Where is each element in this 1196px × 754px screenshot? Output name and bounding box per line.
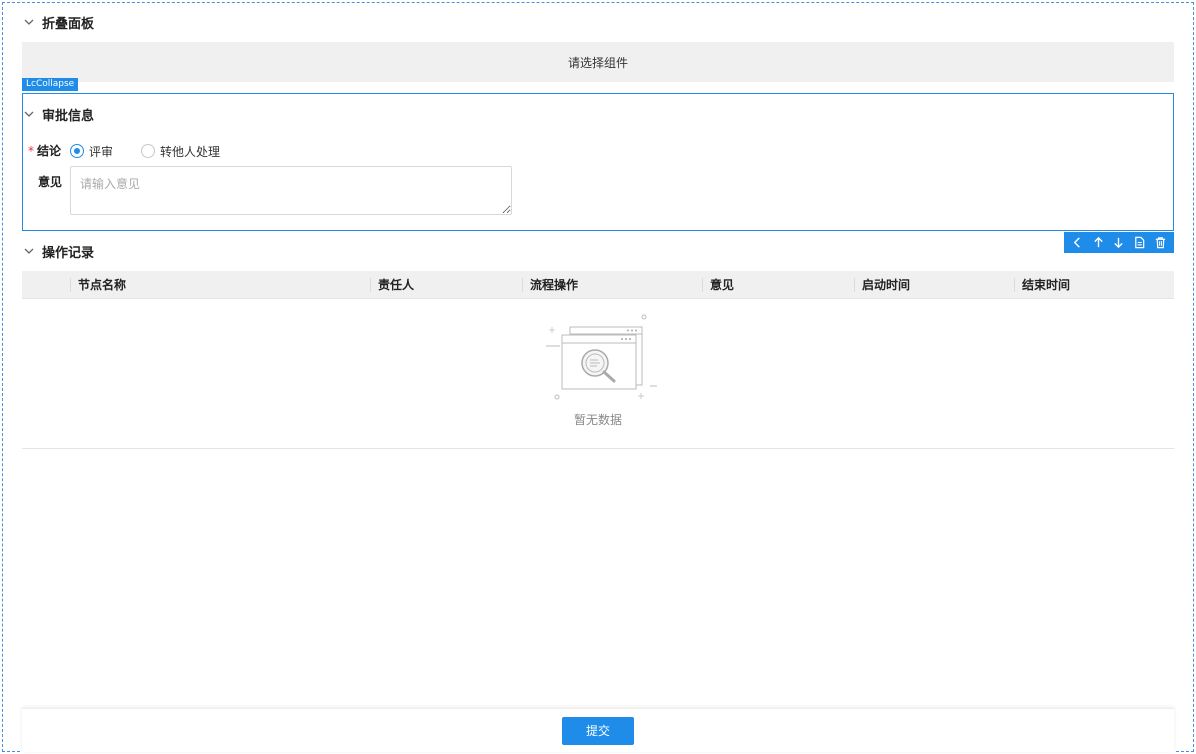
conclusion-row: * 结论 [28, 141, 61, 159]
radio-review-dot[interactable] [70, 144, 84, 158]
component-placeholder[interactable]: 请选择组件 [22, 42, 1174, 82]
chevron-down-icon [24, 111, 34, 117]
records-table: 节点名称 责任人 流程操作 意见 启动时间 结束时间 暂无数据 [22, 271, 1174, 449]
delete-icon [1155, 237, 1166, 249]
column-header-opinion: 意见 [702, 271, 854, 299]
required-mark: * [28, 143, 34, 158]
arrow-down-icon [1114, 237, 1124, 249]
opinion-label: 意见 [38, 174, 63, 189]
column-header-flow-action: 流程操作 [522, 271, 702, 299]
records-title: 操作记录 [42, 245, 95, 261]
records-header[interactable]: 操作记录 [22, 241, 94, 261]
chevron-down-icon [24, 248, 34, 254]
move-up-button[interactable] [1089, 234, 1107, 252]
chevron-down-icon [24, 19, 34, 25]
select-parent-button[interactable] [1068, 234, 1086, 252]
copy-icon [1135, 236, 1145, 249]
conclusion-label: * 结论 [28, 142, 61, 159]
radio-transfer-label: 转他人处理 [160, 144, 221, 159]
collapse-panel-title: 折叠面板 [42, 16, 95, 32]
table-header: 节点名称 责任人 流程操作 意见 启动时间 结束时间 [22, 271, 1174, 299]
conclusion-label-text: 结论 [37, 143, 62, 158]
column-header-index [22, 271, 70, 299]
radio-review[interactable]: 评审 [70, 143, 113, 160]
delete-button[interactable] [1152, 234, 1170, 252]
component-toolbar [1064, 232, 1174, 253]
arrow-up-icon [1093, 236, 1103, 248]
conclusion-radio-group: 评审 转他人处理 [70, 142, 248, 160]
column-header-end-time: 结束时间 [1014, 271, 1174, 299]
component-tag: LcCollapse [22, 78, 79, 91]
opinion-row: 意见 [38, 173, 62, 189]
collapse-panel-header[interactable]: 折叠面板 [22, 12, 94, 32]
empty-data-text: 暂无数据 [573, 413, 622, 427]
move-down-button[interactable] [1110, 234, 1128, 252]
approval-header[interactable]: 审批信息 [22, 104, 94, 124]
copy-button[interactable] [1131, 234, 1149, 252]
opinion-textarea[interactable] [70, 166, 512, 215]
submit-button[interactable]: 提交 [562, 716, 634, 745]
empty-data-icon [546, 314, 657, 400]
radio-review-label: 评审 [89, 144, 114, 159]
column-header-node-name: 节点名称 [70, 271, 370, 299]
radio-transfer[interactable]: 转他人处理 [141, 143, 220, 160]
table-empty-state: 暂无数据 [22, 299, 1174, 449]
column-header-assignee: 责任人 [370, 271, 522, 299]
column-header-start-time: 启动时间 [854, 271, 1014, 299]
radio-transfer-dot[interactable] [141, 144, 156, 158]
form-footer: 提交 [22, 708, 1174, 752]
chevron-left-icon [1073, 237, 1080, 248]
approval-title: 审批信息 [42, 108, 95, 124]
